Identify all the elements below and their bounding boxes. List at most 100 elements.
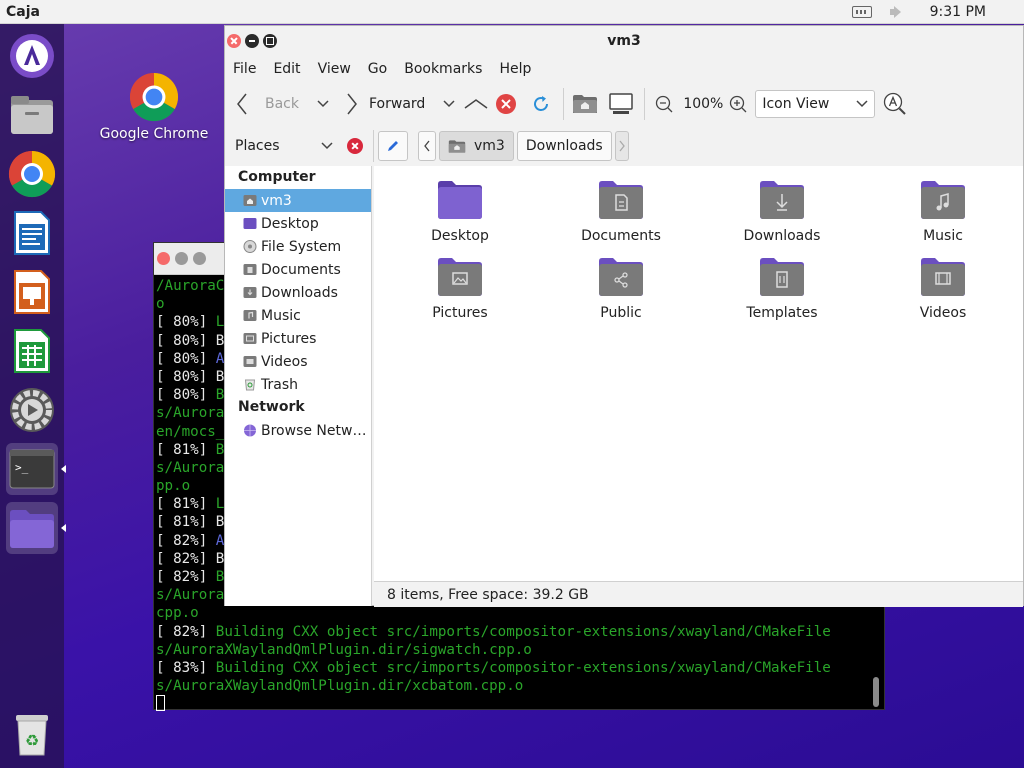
terminal-text: o [156, 296, 165, 313]
forward-button[interactable]: Forward [345, 88, 425, 120]
window-maximize-button[interactable] [263, 34, 277, 48]
keyboard-icon[interactable] [851, 6, 872, 18]
locbar-separator [373, 130, 374, 162]
sidebar-item-music[interactable]: Music [225, 304, 371, 327]
file-item-downloads[interactable]: Downloads [712, 178, 852, 244]
dock-trash[interactable]: ♻ [6, 708, 58, 760]
terminal-prompt-line[interactable] [156, 695, 866, 711]
chevron-down-icon [317, 100, 329, 108]
terminal-close-button[interactable] [157, 252, 170, 265]
reload-icon [534, 96, 549, 111]
file-item-label: Pictures [432, 305, 488, 321]
path-button-downloads[interactable]: Downloads [516, 131, 612, 161]
system-tray: 9:31 PM [851, 0, 1024, 24]
terminal-text: [ 82%] [156, 532, 216, 549]
dock-writer[interactable] [6, 207, 58, 259]
clock[interactable]: 9:31 PM [930, 4, 986, 20]
dock-aurora-launcher[interactable] [6, 30, 58, 82]
sidebar-item-videos[interactable]: Videos [225, 350, 371, 373]
sidebar-item-trash[interactable]: Trash [225, 373, 371, 396]
zoom-out-button[interactable] [655, 88, 673, 120]
active-app-name[interactable]: Caja [0, 4, 40, 20]
trash-icon: ♻ [16, 715, 48, 756]
file-item-desktop[interactable]: Desktop [390, 178, 530, 244]
places-sidebar: Computer vm3 Desktop File System Documen… [225, 166, 372, 606]
desktop-chrome-shortcut[interactable]: Google Chrome [96, 72, 212, 142]
sidebar-item-file-system[interactable]: File System [225, 235, 371, 258]
terminal-icon: >_ [9, 449, 55, 489]
home-folder-icon [243, 195, 257, 206]
path-scroll-right-button[interactable] [614, 131, 629, 161]
dock-files[interactable] [6, 89, 58, 141]
menu-file[interactable]: File [233, 61, 256, 77]
terminal-text: s/AuroraXWaylandQmlPlugin.dir/xcbatom.cp… [156, 678, 524, 695]
toggle-location-entry-button[interactable] [378, 131, 408, 161]
path-button-vm3[interactable]: vm3 [439, 131, 514, 161]
zoom-level[interactable]: 100% [683, 96, 723, 112]
menu-view[interactable]: View [318, 61, 351, 77]
volume-icon[interactable] [889, 6, 904, 18]
terminal-maximize-button[interactable] [193, 252, 206, 265]
sidebar-item-vm3[interactable]: vm3 [225, 189, 371, 212]
zoom-in-button[interactable] [729, 88, 747, 120]
terminal-text: [ 82%] [156, 623, 216, 640]
sidebar-item-pictures[interactable]: Pictures [225, 327, 371, 350]
scrollbar-thumb[interactable] [873, 677, 879, 707]
window-close-button[interactable] [227, 34, 241, 48]
public-folder-icon [599, 258, 643, 296]
back-history-dropdown[interactable] [317, 88, 329, 120]
top-panel: Caja 9:31 PM [0, 0, 1024, 24]
terminal-text: [ 83%] [156, 659, 216, 676]
chrome-icon [129, 73, 179, 122]
window-titlebar[interactable]: vm3 [225, 26, 1023, 56]
dock-chrome[interactable] [6, 148, 58, 200]
file-item-videos[interactable]: Videos [873, 255, 1013, 321]
dock-impress[interactable] [6, 266, 58, 318]
sidebar-pane-select[interactable]: Places [225, 131, 369, 161]
aurora-app-icon [10, 34, 54, 78]
terminal-minimize-button[interactable] [175, 252, 188, 265]
forward-history-dropdown[interactable] [443, 88, 455, 120]
zoom-in-icon [730, 95, 747, 113]
sidebar-item-downloads[interactable]: Downloads [225, 281, 371, 304]
close-sidebar-icon[interactable] [347, 138, 363, 154]
menu-help[interactable]: Help [499, 61, 531, 77]
status-bar: 8 items, Free space: 39.2 GB [374, 581, 1023, 607]
file-item-label: Videos [919, 305, 967, 321]
files-icon [11, 96, 53, 134]
reload-button[interactable] [531, 88, 551, 120]
menubar: File Edit View Go Bookmarks Help [225, 56, 1023, 82]
path-scroll-left-button[interactable] [418, 131, 436, 161]
file-item-templates[interactable]: Templates [712, 255, 852, 321]
back-button[interactable]: Back [235, 88, 299, 120]
file-item-music[interactable]: Music [873, 178, 1013, 244]
sidebar-item-desktop[interactable]: Desktop [225, 212, 371, 235]
sidebar-item-browse-network[interactable]: Browse Netw… [225, 419, 371, 442]
downloads-folder-icon [243, 287, 257, 298]
search-button[interactable] [883, 88, 907, 120]
menu-edit[interactable]: Edit [273, 61, 300, 77]
terminal-text: Building CXX object src/imports/composit… [215, 623, 831, 640]
window-title: vm3 [607, 33, 641, 49]
dock-folder[interactable] [6, 502, 66, 554]
file-item-public[interactable]: Public [551, 255, 691, 321]
file-item-pictures[interactable]: Pictures [390, 255, 530, 321]
menu-bookmarks[interactable]: Bookmarks [404, 61, 482, 77]
terminal-text: [ 80%] [156, 314, 216, 331]
file-item-documents[interactable]: Documents [551, 178, 691, 244]
terminal-line: s/AuroraXWaylandQmlPlugin.dir/xcbatom.cp… [156, 677, 866, 695]
window-minimize-button[interactable] [245, 34, 259, 48]
dock-calc[interactable] [6, 325, 58, 377]
dock-settings[interactable] [6, 384, 58, 436]
dock-terminal[interactable]: >_ [6, 443, 66, 495]
icon-view[interactable]: Desktop Documents Downloads Music Pictur… [374, 166, 1023, 581]
videos-folder-icon [243, 356, 257, 367]
home-button[interactable] [572, 88, 598, 120]
sidebar-item-documents[interactable]: Documents [225, 258, 371, 281]
view-mode-select[interactable]: Icon View [755, 90, 876, 118]
menu-go[interactable]: Go [368, 61, 387, 77]
stop-button[interactable] [495, 88, 517, 120]
up-button[interactable] [463, 88, 489, 120]
sidebar-heading-computer: Computer [238, 169, 316, 185]
computer-button[interactable] [608, 88, 634, 120]
